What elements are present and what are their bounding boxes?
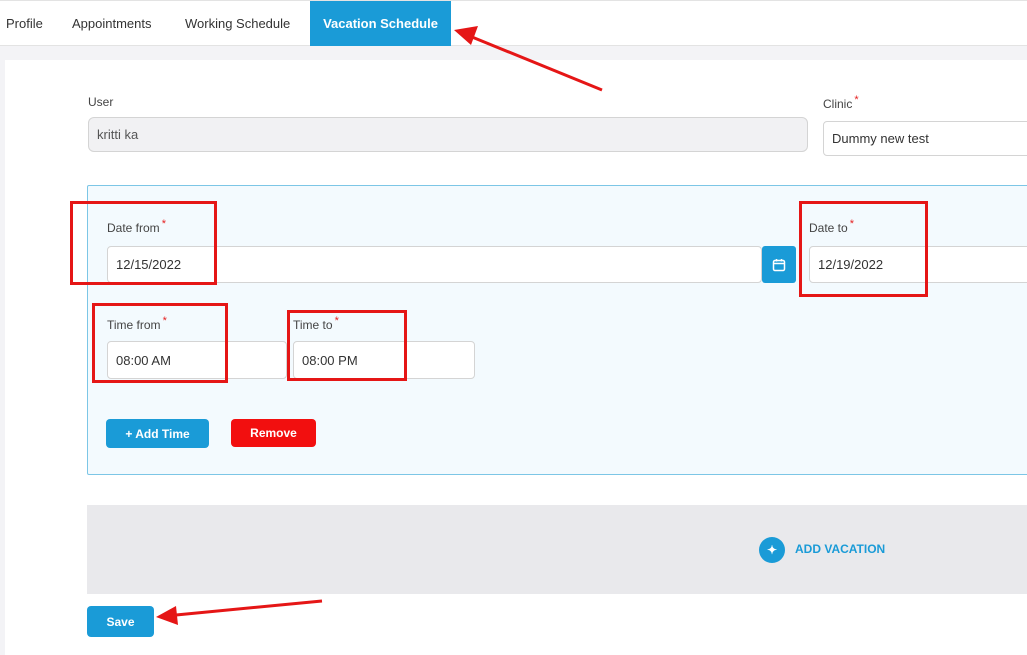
- tab-profile[interactable]: Profile: [6, 1, 43, 46]
- required-mark: *: [162, 315, 167, 327]
- tab-bar: Profile Appointments Working Schedule Va…: [0, 0, 1027, 46]
- add-vacation-label[interactable]: ADD VACATION: [795, 542, 885, 556]
- clinic-select[interactable]: Dummy new test: [823, 121, 1027, 156]
- date-from-label-text: Date from: [107, 221, 160, 235]
- tab-working-schedule[interactable]: Working Schedule: [185, 1, 290, 46]
- add-vacation-strip[interactable]: [87, 505, 1027, 594]
- required-mark: *: [854, 94, 859, 106]
- time-to-label: Time to *: [293, 315, 339, 332]
- clinic-label-text: Clinic: [823, 97, 853, 111]
- date-from-label: Date from *: [107, 218, 166, 235]
- user-field: kritti ka: [88, 117, 808, 152]
- date-to-input[interactable]: 12/19/2022: [809, 246, 1027, 283]
- vacation-entry-card: [87, 185, 1027, 475]
- time-from-label: Time from *: [107, 315, 167, 332]
- date-from-input[interactable]: 12/15/2022: [107, 246, 762, 283]
- time-from-input[interactable]: 08:00 AM: [107, 341, 287, 379]
- remove-button[interactable]: Remove: [231, 419, 316, 447]
- date-to-label: Date to *: [809, 218, 854, 235]
- required-mark: *: [849, 218, 854, 230]
- calendar-icon: [772, 258, 786, 271]
- clinic-value: Dummy new test: [832, 131, 929, 146]
- add-time-button[interactable]: + Add Time: [106, 419, 209, 448]
- time-to-value: 08:00 PM: [302, 352, 358, 368]
- time-to-label-text: Time to: [293, 318, 333, 332]
- user-value: kritti ka: [97, 127, 139, 142]
- clinic-label: Clinic *: [823, 94, 859, 111]
- tab-vacation-schedule[interactable]: Vacation Schedule: [310, 1, 451, 46]
- date-to-label-text: Date to: [809, 221, 848, 235]
- time-from-value: 08:00 AM: [116, 352, 171, 368]
- required-mark: *: [161, 218, 166, 230]
- save-button[interactable]: Save: [87, 606, 154, 637]
- plus-icon[interactable]: ✦: [759, 537, 785, 563]
- date-to-value: 12/19/2022: [818, 257, 884, 272]
- required-mark: *: [334, 315, 339, 327]
- date-from-value: 12/15/2022: [116, 257, 182, 272]
- time-to-input[interactable]: 08:00 PM: [293, 341, 475, 379]
- user-label: User: [88, 95, 114, 109]
- time-from-label-text: Time from: [107, 318, 161, 332]
- tab-appointments[interactable]: Appointments: [72, 1, 152, 46]
- calendar-button[interactable]: [762, 246, 796, 283]
